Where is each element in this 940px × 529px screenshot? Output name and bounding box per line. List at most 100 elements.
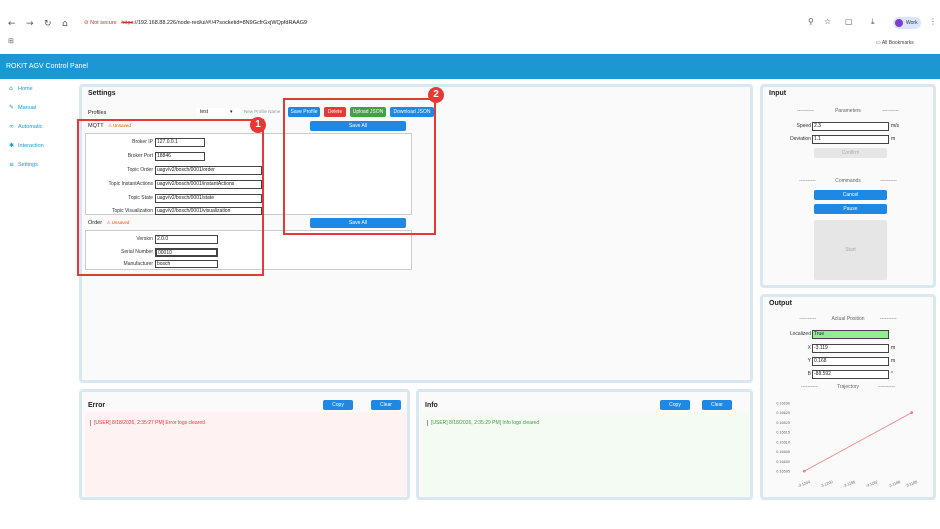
commands-separator: ---------- Commands ---------- — [799, 178, 897, 184]
info-group: Info Copy Clear [USER] 8/18/2026, 2:35:2… — [416, 389, 753, 500]
star-icon[interactable]: ☆ — [824, 17, 831, 26]
y-tick-label: 0.16600 — [776, 460, 790, 464]
deviation-unit: m — [891, 136, 896, 142]
home-icon: ⌂ — [9, 85, 13, 92]
chevron-down-icon: ▾ — [230, 109, 233, 115]
trajectory-point — [802, 469, 806, 473]
new-profile-input[interactable]: New Profile Name — [244, 109, 280, 114]
not-secure-icon: ⊘ — [84, 20, 89, 26]
trajectory-separator: ---------- Trajectory ---------- — [800, 384, 896, 390]
localized-value: True — [812, 330, 889, 339]
localized-label: Localized — [789, 331, 811, 337]
download-icon[interactable]: ⤓ — [871, 17, 875, 27]
bookmarks-bar: ⊞ ▭ All Bookmarks — [0, 36, 940, 53]
sidebar-item-manual[interactable]: ✎ Manual — [9, 104, 36, 111]
pause-button[interactable]: Pause — [814, 204, 887, 214]
sidebar-item-settings[interactable]: ≡ Settings — [9, 161, 38, 168]
y-tick-label: 0.16595 — [776, 470, 790, 474]
y-tick-label: 0.16620 — [776, 421, 790, 425]
annotation-box-1 — [77, 119, 264, 276]
error-log-line: [USER] 8/18/2026, 2:35:27 PM] Error logs… — [90, 420, 205, 426]
info-log-area: [USER] 8/18/2026, 2:35:29 PM] Info logs … — [422, 412, 750, 496]
infinity-icon: ∞ — [9, 123, 14, 130]
deviation-label: Deviation — [790, 136, 811, 142]
output-title: Output — [769, 300, 792, 307]
b-value: -88.592 — [812, 370, 889, 379]
x-value: -3.119 — [812, 344, 889, 353]
extensions-icon[interactable]: ▢ — [845, 17, 853, 26]
annotation-badge-1: 1 — [250, 117, 266, 133]
deviation-input[interactable]: 1.1 — [812, 135, 889, 144]
wrench-icon: ✎ — [9, 104, 15, 111]
x-tick-label: -3.1200 — [820, 480, 833, 488]
sidebar-item-automatic[interactable]: ∞ Automatic — [9, 123, 42, 130]
sidebar-item-home[interactable]: ⌂ Home — [9, 85, 33, 92]
profile-avatar — [895, 19, 903, 27]
url-text: ://192.168.88.226/node-red/ui/#!/4?socke… — [133, 20, 308, 26]
menu-icon[interactable]: ⋮ — [929, 17, 937, 26]
y-tick-label: 0.16630 — [776, 401, 790, 405]
sidebar: ⌂ Home ✎ Manual ∞ Automatic ✱ Interaction ≡ S… — [0, 79, 76, 529]
sidebar-item-interaction[interactable]: ✱ Interaction — [9, 142, 44, 149]
profiles-label: Profiles — [88, 110, 107, 116]
home-browser-icon[interactable]: ⌂ — [62, 19, 68, 29]
y-unit: m — [891, 358, 896, 364]
output-group: Output ---------- Actual Position ------… — [760, 294, 936, 500]
x-tick-label: -3.1196 — [843, 480, 856, 488]
annotation-box-2 — [283, 98, 436, 235]
x-tick-label: -3.1192 — [865, 480, 878, 488]
zoom-icon[interactable]: ⚲ — [808, 17, 814, 26]
profile-button[interactable]: Work — [893, 17, 921, 29]
browser-toolbar: ← → ↻ ⌂ ⊘ Not secure https://192.168.88.… — [0, 0, 940, 36]
x-label: X — [807, 345, 811, 351]
confirm-button[interactable]: Confirm — [814, 148, 887, 158]
x-tick-label: -3.1188 — [888, 480, 901, 488]
app-header: ROKIT AGV Control Panel — [0, 54, 940, 79]
speed-input[interactable]: 2.3 — [812, 122, 889, 131]
cancel-button[interactable]: Cancel — [814, 190, 887, 200]
y-tick-label: 0.16615 — [776, 431, 790, 435]
info-log-line: [USER] 8/18/2026, 2:35:29 PM] Info logs … — [427, 420, 539, 426]
b-label: B — [807, 371, 811, 377]
profile-select[interactable]: test ▾ — [196, 108, 240, 117]
sliders-icon: ≡ — [9, 161, 15, 168]
forward-icon[interactable]: → — [26, 19, 34, 29]
annotation-badge-2: 2 — [428, 87, 444, 103]
all-bookmarks[interactable]: ▭ All Bookmarks — [876, 40, 914, 46]
start-button[interactable]: Start — [814, 220, 887, 280]
apps-icon[interactable]: ⊞ — [8, 37, 14, 45]
reload-icon[interactable]: ↻ — [44, 19, 52, 29]
app-title: ROKIT AGV Control Panel — [6, 63, 88, 70]
y-label: Y — [807, 358, 811, 364]
trajectory-chart: 0.16630 0.16625 0.16620 0.16615 0.16610 0.166… — [776, 401, 918, 488]
info-title: Info — [425, 402, 438, 409]
speed-label: Speed — [796, 123, 811, 129]
parameters-separator: ---------- Parameters ---------- — [797, 108, 899, 114]
profile-label: Work — [906, 20, 918, 26]
y-tick-label: 0.16625 — [776, 411, 790, 415]
address-bar[interactable]: ⊘ Not secure https://192.168.88.226/node… — [84, 20, 307, 26]
not-secure-label: Not secure — [90, 20, 117, 26]
y-tick-label: 0.16605 — [776, 450, 790, 454]
x-unit: m — [891, 345, 896, 351]
input-title: Input — [769, 90, 787, 97]
x-tick-label: -3.1185 — [905, 480, 918, 488]
error-title: Error — [88, 402, 106, 409]
x-tick-label: -3.1204 — [797, 480, 810, 488]
trajectory-point — [910, 411, 914, 415]
error-group: Error Copy Clear [USER] 8/18/2026, 2:35:… — [79, 389, 410, 500]
error-copy-button[interactable]: Copy — [323, 400, 353, 410]
info-clear-button[interactable]: Clear — [702, 400, 732, 410]
b-unit: ° — [891, 371, 893, 377]
y-tick-label: 0.16610 — [776, 440, 790, 444]
back-icon[interactable]: ← — [8, 19, 16, 29]
actual-position-separator: ---------- Actual Position ---------- — [799, 316, 897, 322]
info-copy-button[interactable]: Copy — [660, 400, 690, 410]
settings-title: Settings — [88, 90, 116, 97]
trajectory-line — [804, 412, 912, 472]
error-clear-button[interactable]: Clear — [371, 400, 401, 410]
url-protocol: https — [121, 20, 134, 26]
speed-unit: m/s — [891, 123, 900, 129]
input-group: Input ---------- Parameters ---------- S… — [760, 84, 936, 288]
error-log-area: [USER] 8/18/2026, 2:35:27 PM] Error logs… — [85, 412, 407, 496]
